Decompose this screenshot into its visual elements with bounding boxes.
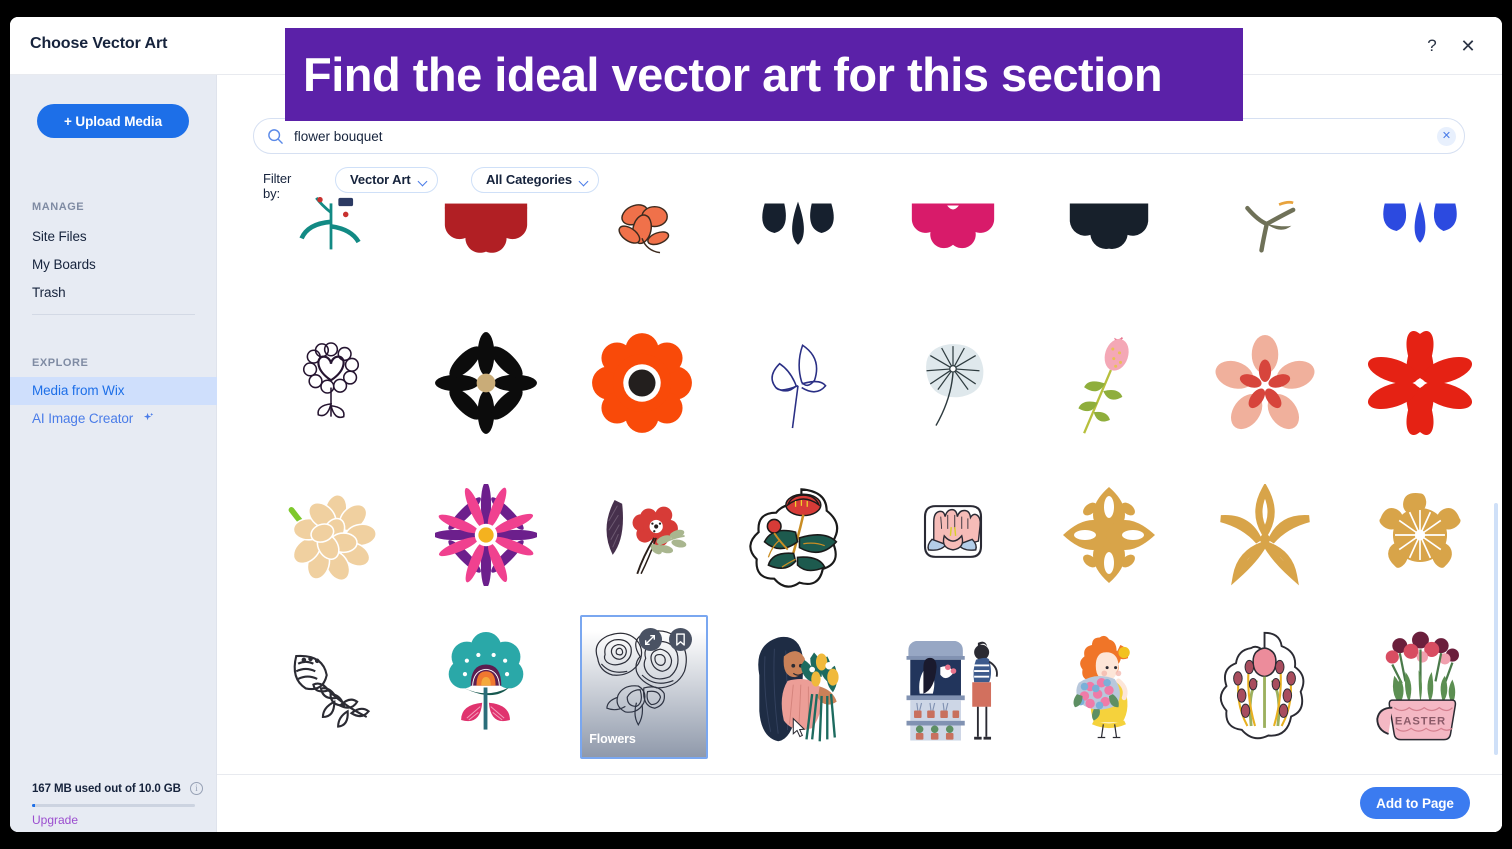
storage-progress-fill (32, 804, 35, 807)
grid-item-pink-peony-sticker[interactable] (876, 459, 1032, 611)
grid-item-line-tulip-sprig[interactable] (253, 611, 409, 762)
vector-art-grid: Flowers EASTER (253, 197, 1498, 762)
annotation-text: Find the ideal vector art for this secti… (303, 48, 1163, 101)
grid-item-flower-shop-scene[interactable] (876, 611, 1032, 762)
grid-item-red-poppy-leaves[interactable] (564, 459, 720, 611)
close-icon[interactable]: ✕ (1456, 34, 1480, 58)
clear-search-icon[interactable]: ✕ (1437, 127, 1456, 146)
filter-pill-vector-art[interactable]: Vector Art (335, 167, 438, 193)
storage-progress-bar (32, 804, 195, 807)
grid-item-woman-with-bouquet[interactable] (720, 611, 876, 762)
grid-item-pink-bud-stem[interactable] (1031, 307, 1187, 459)
bookmark-icon[interactable] (668, 628, 692, 651)
content-panel: ✕ Filter by: Vector Art All Categories (217, 75, 1502, 832)
grid-item-purple-pink-aster[interactable] (409, 459, 565, 611)
choose-vector-art-dialog: Choose Vector Art ? ✕ + Upload Media MAN… (10, 17, 1502, 832)
grid-item-girl-holding-flowers[interactable] (1031, 611, 1187, 762)
filter-pill-all-categories[interactable]: All Categories (471, 167, 600, 193)
sidebar: + Upload Media MANAGE Site Files My Boar… (10, 75, 217, 832)
chevron-down-icon (578, 176, 589, 187)
grid-item-teal-sprig[interactable] (253, 197, 409, 307)
annotation-banner: Find the ideal vector art for this secti… (285, 28, 1243, 121)
grid-item-rose-line-drawing[interactable]: Flowers (564, 611, 720, 762)
grid-item-easter-teapot-flowers[interactable]: EASTER (1342, 611, 1498, 762)
add-to-page-button[interactable]: Add to Page (1360, 787, 1470, 819)
dialog-footer: Add to Page (217, 774, 1502, 832)
sidebar-section-explore: EXPLORE (32, 357, 89, 369)
upgrade-link[interactable]: Upgrade (32, 813, 78, 827)
grid-item-teal-folk-flower[interactable] (409, 611, 565, 762)
search-bar[interactable]: ✕ (253, 118, 1465, 154)
grid-item-red-scallop-flower[interactable] (409, 197, 565, 307)
info-icon[interactable]: i (190, 782, 203, 795)
grid-item-black-daisy[interactable] (409, 307, 565, 459)
sidebar-divider (32, 314, 195, 315)
grid-item-embroidered-carnation[interactable] (720, 459, 876, 611)
grid-item-label: Flowers (589, 732, 636, 746)
sidebar-item-media-from-wix[interactable]: Media from Wix (10, 377, 217, 405)
grid-item-orange-retro-flower[interactable] (564, 307, 720, 459)
grid-item-magenta-scallop-flower[interactable] (876, 197, 1032, 307)
grid-item-navy-petals[interactable] (720, 197, 876, 307)
grid-scrollbar-thumb[interactable] (1494, 503, 1498, 755)
grid-item-doodle-heart-flower[interactable] (253, 307, 409, 459)
grid-item-gold-star-flower[interactable] (1187, 459, 1343, 611)
grid-item-tulip-sticker[interactable] (1187, 611, 1343, 762)
vector-art-grid-viewport: Flowers EASTER (253, 197, 1498, 762)
filter-pill-label: Vector Art (350, 172, 411, 187)
grid-item-navy-line-tulip[interactable] (720, 307, 876, 459)
search-icon (267, 128, 284, 145)
grid-item-gold-quatrefoil[interactable] (1031, 459, 1187, 611)
grid-item-black-scallop-flower[interactable] (1031, 197, 1187, 307)
sidebar-item-trash[interactable]: Trash (10, 279, 217, 307)
grid-scrollbar-track[interactable] (1494, 211, 1498, 759)
sidebar-section-manage: MANAGE (32, 201, 85, 213)
sidebar-item-ai-image-creator[interactable]: AI Image Creator (10, 405, 217, 433)
help-icon[interactable]: ? (1420, 34, 1444, 58)
sidebar-item-label: AI Image Creator (32, 411, 134, 426)
grid-item-orange-lily[interactable] (564, 197, 720, 307)
grid-item-tan-dahlia[interactable] (253, 459, 409, 611)
grid-item-dandelion-puff[interactable] (876, 307, 1032, 459)
chevron-down-icon (417, 176, 428, 187)
search-input[interactable] (294, 119, 1414, 153)
page-title: Choose Vector Art (30, 35, 168, 52)
grid-item-olive-leaf[interactable] (1187, 197, 1343, 307)
sparkle-icon (143, 411, 154, 426)
grid-item-gold-blossom[interactable] (1342, 459, 1498, 611)
filter-pill-label: All Categories (486, 172, 573, 187)
svg-text:EASTER: EASTER (1395, 716, 1446, 728)
grid-item-red-six-petal[interactable] (1342, 307, 1498, 459)
grid-item-blue-petals[interactable] (1342, 197, 1498, 307)
sidebar-item-my-boards[interactable]: My Boards (10, 251, 217, 279)
sidebar-item-site-files[interactable]: Site Files (10, 223, 217, 251)
grid-item-blush-cherry-blossom[interactable] (1187, 307, 1343, 459)
storage-usage-text: 167 MB used out of 10.0 GB (32, 783, 181, 795)
expand-icon[interactable] (638, 628, 662, 651)
upload-media-button[interactable]: + Upload Media (37, 104, 189, 138)
